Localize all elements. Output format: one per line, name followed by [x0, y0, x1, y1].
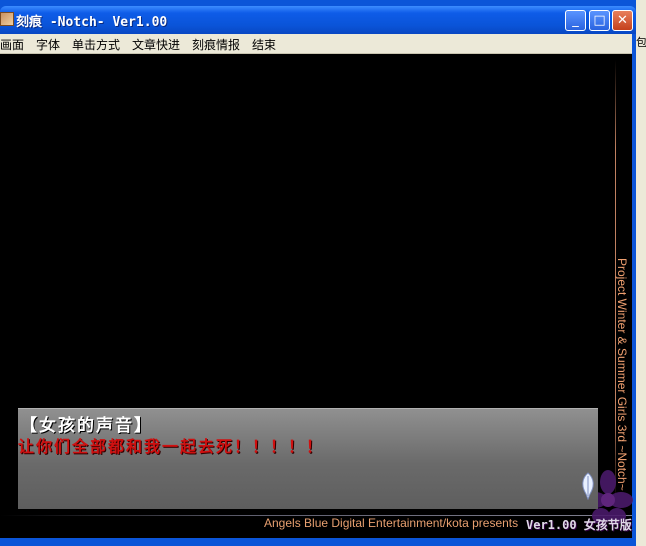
dialog-box[interactable]: 【女孩的声音】 让你们全部都和我一起去死！！！！！ [18, 408, 598, 509]
menu-text-skip[interactable]: 文章快进 [132, 36, 180, 53]
game-window: 刻痕 -Notch- Ver1.00 _ □ ✕ 画面 字体 单击方式 文章快进… [0, 0, 636, 546]
title-bar[interactable]: 刻痕 -Notch- Ver1.00 _ □ ✕ [0, 6, 636, 34]
background-window-peek: 包 [636, 36, 646, 48]
menu-click-mode[interactable]: 单击方式 [72, 36, 120, 53]
menu-quit[interactable]: 结束 [252, 36, 276, 53]
close-button[interactable]: ✕ [612, 10, 633, 31]
footer-credit: Angels Blue Digital Entertainment/kota p… [264, 516, 519, 530]
side-credit: Project Winter & Summer Girls 3rd ~Notch… [615, 258, 629, 491]
feather-next-icon[interactable] [578, 472, 598, 500]
app-icon[interactable] [0, 12, 14, 26]
maximize-button[interactable]: □ [589, 10, 610, 31]
menu-display[interactable]: 画面 [0, 36, 24, 53]
menu-notch-info[interactable]: 刻痕情报 [192, 36, 240, 53]
dialog-text: 让你们全部都和我一起去死！！！！！ [18, 437, 325, 456]
version-label: Ver1.00 女孩节版 [526, 518, 632, 532]
minimize-button[interactable]: _ [565, 10, 586, 31]
menu-font[interactable]: 字体 [36, 36, 60, 53]
window-title: 刻痕 -Notch- Ver1.00 [16, 15, 168, 30]
menu-bar: 画面 字体 单击方式 文章快进 刻痕情报 结束 [0, 34, 632, 54]
